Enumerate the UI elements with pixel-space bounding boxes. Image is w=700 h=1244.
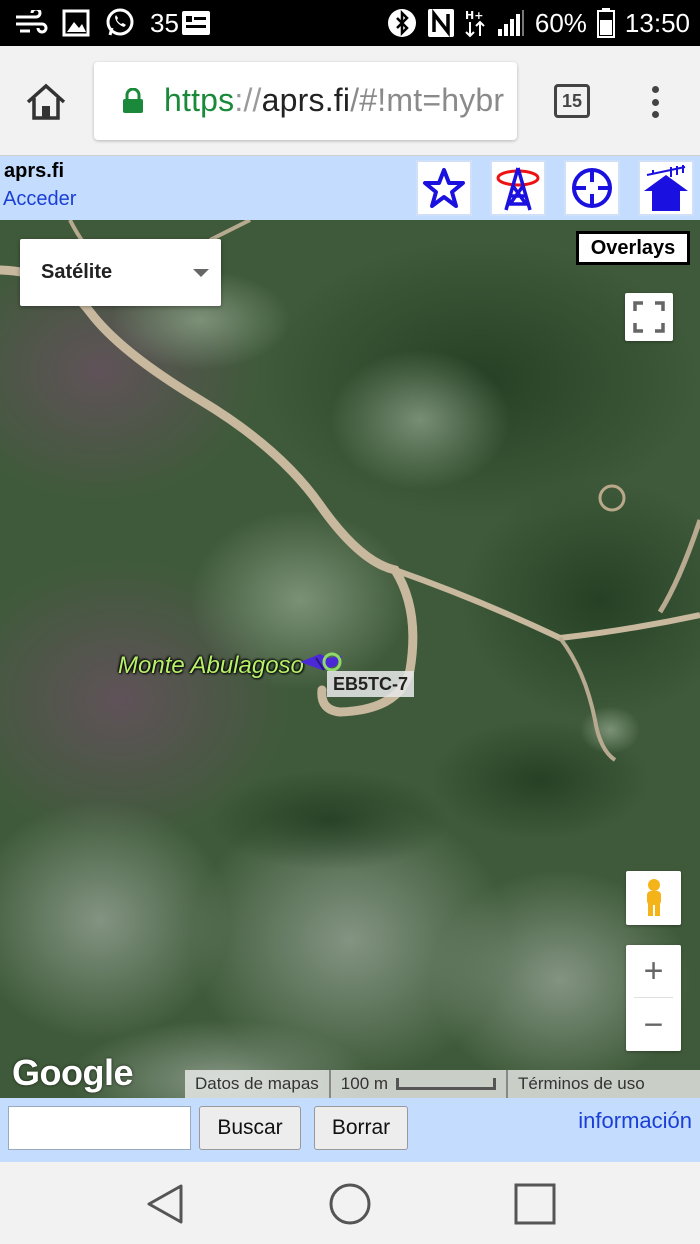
- tab-switcher-button[interactable]: 15: [554, 84, 590, 118]
- info-link[interactable]: información: [578, 1108, 692, 1134]
- image-icon: [62, 9, 90, 37]
- login-link[interactable]: Acceder: [3, 188, 76, 211]
- search-button[interactable]: Buscar: [199, 1106, 301, 1150]
- wind-icon: [14, 10, 48, 36]
- notes-icon: [181, 10, 211, 36]
- station-callsign-label[interactable]: EB5TC-7: [327, 671, 415, 697]
- star-icon[interactable]: [416, 160, 472, 216]
- battery-percent: 60%: [534, 7, 587, 38]
- browser-toolbar: https://aprs.fi/#!mt=hybr 15: [0, 46, 700, 156]
- site-header: aprs.fi Acceder: [0, 156, 700, 220]
- scale-label: 100 m: [340, 1074, 389, 1093]
- clock: 13:50: [624, 7, 690, 38]
- clear-button[interactable]: Borrar: [314, 1106, 408, 1150]
- zoom-control: + −: [626, 945, 681, 1051]
- map-type-selector[interactable]: Satélite: [20, 239, 221, 306]
- search-input[interactable]: [8, 1106, 191, 1150]
- screen: 35 H+ 60% 13:50 https://aprs.fi/#!mt=hyb…: [0, 0, 700, 1244]
- battery-icon: [596, 8, 615, 38]
- fullscreen-icon[interactable]: [625, 293, 673, 341]
- url-text: https://aprs.fi/#!mt=hybr: [164, 82, 505, 118]
- crosshair-icon[interactable]: [564, 160, 620, 216]
- search-bar: Buscar Borrar información: [0, 1098, 700, 1162]
- nfc-icon: [427, 8, 455, 38]
- url-bar[interactable]: https://aprs.fi/#!mt=hybr: [94, 62, 517, 140]
- zoom-out-button[interactable]: −: [626, 999, 681, 1051]
- hplus-data-icon: H+: [465, 8, 487, 38]
- street-view-pegman-icon[interactable]: [626, 871, 681, 925]
- lock-icon: [122, 87, 144, 119]
- map-data-link[interactable]: Datos de mapas: [185, 1070, 331, 1098]
- overlays-button[interactable]: Overlays: [576, 231, 690, 265]
- system-nav-bar: [0, 1162, 700, 1244]
- terms-link[interactable]: Términos de uso: [508, 1070, 655, 1098]
- google-logo: Google: [12, 1052, 134, 1093]
- whatsapp-icon: [104, 7, 136, 39]
- home-icon[interactable]: [328, 1182, 372, 1226]
- place-label: Monte Abulagoso: [118, 652, 304, 679]
- home-icon[interactable]: [24, 82, 68, 122]
- dropdown-arrow-icon: [193, 269, 209, 277]
- signal-icon: [497, 9, 525, 37]
- site-title: aprs.fi: [4, 160, 65, 182]
- zoom-divider: [634, 997, 673, 998]
- status-bar: 35 H+ 60% 13:50: [0, 0, 700, 46]
- back-icon[interactable]: [143, 1182, 187, 1226]
- overflow-menu-icon[interactable]: [646, 82, 664, 122]
- map-view[interactable]: Satélite Overlays Monte Abulagoso EB5TC-…: [0, 220, 700, 1098]
- recents-icon[interactable]: [513, 1182, 557, 1226]
- map-type-label: Satélite: [41, 261, 113, 283]
- house-antenna-icon[interactable]: [638, 160, 694, 216]
- scale-bar: [396, 1078, 497, 1090]
- scale-indicator: 100 m: [331, 1070, 509, 1098]
- temperature: 35: [150, 7, 179, 38]
- zoom-in-button[interactable]: +: [626, 945, 681, 997]
- bluetooth-icon: [387, 8, 417, 38]
- tower-icon[interactable]: [490, 160, 546, 216]
- map-attribution: Datos de mapas 100 m Términos de uso: [185, 1070, 700, 1098]
- svg-text:H+: H+: [465, 9, 483, 22]
- satellite-imagery: [0, 220, 700, 1098]
